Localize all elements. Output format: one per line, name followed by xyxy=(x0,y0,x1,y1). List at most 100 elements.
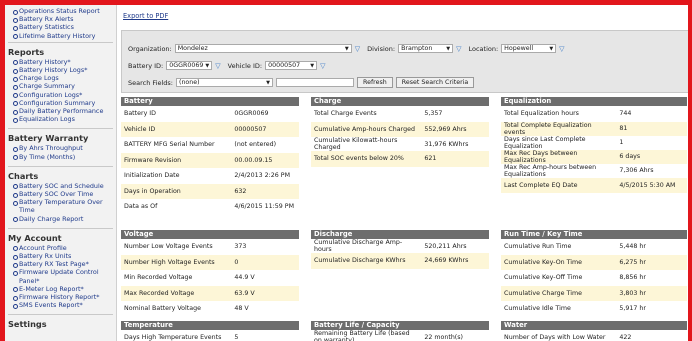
stats-table: Remaining Battery Life (based on warrant… xyxy=(311,330,489,341)
panel-header: Charge xyxy=(311,97,489,106)
sidebar-link[interactable]: By Time (Months) xyxy=(13,153,116,161)
row-value: 373 xyxy=(231,239,299,255)
stats-table: Total Equalization hours 744 Total Complet… xyxy=(501,106,687,193)
row-value: 81 xyxy=(616,121,687,136)
sidebar-link[interactable]: Lifetime Battery History xyxy=(13,32,116,40)
row-label: Days in Operation xyxy=(121,183,232,199)
filter-icon[interactable]: ▽ xyxy=(456,45,461,53)
refresh-button[interactable]: Refresh xyxy=(356,77,393,88)
row-label: Total Complete Equalization events xyxy=(501,121,617,136)
table-row: Cumulative Discharge Amp-hours 520,211 Ah… xyxy=(311,239,489,253)
row-value: 5 xyxy=(231,330,299,341)
sidebar-section-title: Reports xyxy=(8,46,45,57)
sidebar-link[interactable]: Charge Logs xyxy=(13,74,116,82)
sidebar-link[interactable]: Operations Status Report xyxy=(13,7,116,15)
vehicle-id-value: 00000507 xyxy=(268,62,301,69)
panel-header: Equalization xyxy=(501,97,687,106)
stats-table: Total Charge Events 5,357 Cumulative Amp-h… xyxy=(311,106,489,167)
filter-icon[interactable]: ▽ xyxy=(215,62,220,70)
row-label: Remaining Battery Life (based on warrant… xyxy=(311,330,422,341)
vehicle-id-select[interactable]: 00000507 ▼ xyxy=(265,61,318,70)
row-label: Min Recorded Voltage xyxy=(121,270,232,286)
stats-table: Cumulative Run Time 5,448 hr Cumulative Ke… xyxy=(501,239,687,317)
sidebar-link[interactable]: Battery History* xyxy=(13,58,116,66)
sidebar-link[interactable]: Daily Charge Report xyxy=(13,215,116,223)
sidebar-divider xyxy=(8,165,113,167)
row-label: Cumulative Discharge KWhrs xyxy=(311,253,422,269)
table-row: Battery ID 0GGR0069 xyxy=(121,106,299,122)
sidebar-link[interactable]: Configuration Logs* xyxy=(13,91,116,99)
row-value: 22 month(s) xyxy=(421,330,489,341)
sidebar-link[interactable]: Daily Battery Performance xyxy=(13,107,116,115)
table-row: Cumulative Discharge KWhrs 24,669 KWhrs xyxy=(311,253,489,269)
row-value: (not entered) xyxy=(231,137,299,153)
table-row: Data as Of 4/6/2015 11:59 PM xyxy=(121,199,299,215)
row-value: 8,856 hr xyxy=(616,270,687,286)
equalization-panel: Equalization Total Equalization hours 744 T… xyxy=(501,97,687,193)
chevron-down-icon: ▼ xyxy=(310,62,315,69)
table-row: Nominal Battery Voltage 48 V xyxy=(121,301,299,317)
search-fields-select[interactable]: (none) ▼ xyxy=(175,78,273,87)
row-value: 00000507 xyxy=(231,121,299,137)
sidebar-link[interactable]: E-Meter Log Report* xyxy=(13,285,116,293)
organization-select[interactable]: Mondelez ▼ xyxy=(174,44,352,53)
row-value: 31,976 KWhrs xyxy=(421,137,489,151)
row-value: 621 xyxy=(421,151,489,167)
row-label: Max Rec Days between Equalizations xyxy=(501,149,617,164)
battery-id-select[interactable]: 0GGR0069 ▼ xyxy=(166,61,213,70)
row-label: Initialization Date xyxy=(121,168,232,184)
sidebar-link[interactable]: Charge Summary xyxy=(13,82,116,90)
row-label: Days since Last Complete Equalization xyxy=(501,135,617,150)
row-value: 24,669 KWhrs xyxy=(421,253,489,269)
sidebar-link[interactable]: Battery RX Test Page* xyxy=(13,260,116,268)
search-fields-value: (none) xyxy=(178,79,200,86)
row-label: Number of Days with Low Water xyxy=(501,330,617,341)
sidebar-link[interactable]: By Ahrs Throughput xyxy=(13,144,116,152)
sidebar-link[interactable]: Battery Rx Alerts xyxy=(13,15,116,23)
table-row: Last Complete EQ Date 4/5/2015 5:30 AM xyxy=(501,177,687,193)
main-content: Export to PDF Organization: Mondelez ▼ ▽ … xyxy=(121,5,688,341)
sidebar-link[interactable]: Firmware Update Control Panel* xyxy=(13,268,116,285)
reset-search-button[interactable]: Reset Search Criteria xyxy=(395,77,475,88)
table-row: Cumulative Idle Time 5,917 hr xyxy=(501,301,687,317)
division-select[interactable]: Brampton ▼ xyxy=(398,44,454,53)
sidebar-link[interactable]: Firmware History Report* xyxy=(13,293,116,301)
sidebar-link[interactable]: Battery SOC and Schedule xyxy=(13,182,116,190)
table-row: Min Recorded Voltage 44.9 V xyxy=(121,270,299,286)
export-pdf-link[interactable]: Export to PDF xyxy=(123,12,168,20)
sidebar-link[interactable]: Battery Rx Units xyxy=(13,252,116,260)
location-select[interactable]: Hopewell ▼ xyxy=(501,44,557,53)
chevron-down-icon: ▼ xyxy=(205,62,210,69)
filter-icon[interactable]: ▽ xyxy=(320,62,325,70)
row-label: Total Equalization hours xyxy=(501,106,617,122)
sidebar-link[interactable]: Equalization Logs xyxy=(13,115,116,123)
sidebar-link[interactable]: Battery History Logs* xyxy=(13,66,116,74)
sidebar-link[interactable]: Account Profile xyxy=(13,244,116,252)
row-value: 632 xyxy=(231,183,299,199)
sidebar-link[interactable]: Battery Temperature Over Time xyxy=(13,198,116,214)
stats-table: Number Low Voltage Events 373 Number High … xyxy=(121,239,299,317)
filter-icon[interactable]: ▽ xyxy=(559,45,564,53)
sidebar-link[interactable]: SMS Events Report* xyxy=(13,301,116,309)
sidebar-divider xyxy=(8,314,113,316)
sidebar-divider xyxy=(8,227,113,229)
row-value: 552,969 Ahrs xyxy=(421,121,489,137)
division-label: Division: xyxy=(367,44,396,53)
battery-id-label: Battery ID: xyxy=(128,61,164,70)
search-input[interactable] xyxy=(275,78,354,87)
panel-header: Voltage xyxy=(121,230,299,239)
sidebar-link[interactable]: Configuration Summary xyxy=(13,99,116,107)
discharge-panel: Discharge Cumulative Discharge Amp-hours 5… xyxy=(311,230,489,269)
row-label: Number Low Voltage Events xyxy=(121,239,232,255)
row-value: 5,917 hr xyxy=(616,301,687,317)
sidebar-section-title: Settings xyxy=(8,319,47,330)
filter-icon[interactable]: ▽ xyxy=(355,45,360,53)
stats-table: Days High Temperature Events 5 xyxy=(121,330,299,341)
sidebar-link[interactable]: Battery SOC Over Time xyxy=(13,190,116,198)
table-row: Cumulative Run Time 5,448 hr xyxy=(501,239,687,255)
voltage-panel: Voltage Number Low Voltage Events 373 Numbe… xyxy=(121,230,299,317)
sidebar-link[interactable]: Battery Statistics xyxy=(13,23,116,31)
row-value: 63.9 V xyxy=(231,285,299,301)
